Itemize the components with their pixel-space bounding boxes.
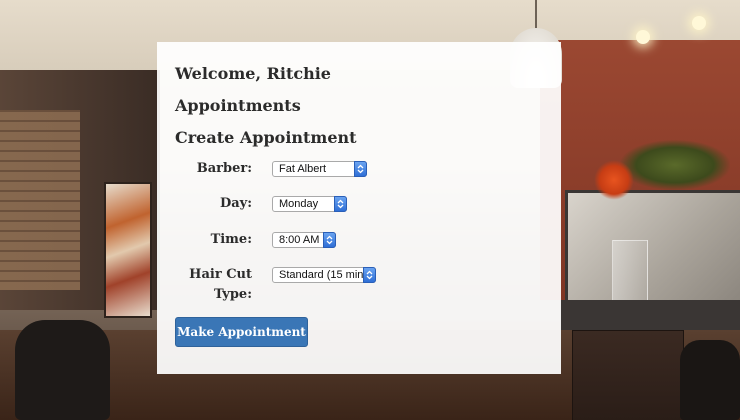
glass-vase <box>612 240 648 304</box>
brick-wall <box>0 110 80 290</box>
cabinet <box>572 330 684 420</box>
haircut-label-line2: Type: <box>214 287 252 302</box>
updown-chevron-icon <box>354 161 367 177</box>
create-appointment-heading: Create Appointment <box>175 128 357 147</box>
flower <box>594 160 634 200</box>
haircut-label-line1: Hair Cut <box>189 267 252 282</box>
spotlight <box>692 16 706 30</box>
barber-label: Barber: <box>196 161 252 176</box>
updown-chevron-icon <box>363 267 376 283</box>
salon-chair <box>15 320 110 420</box>
barber-select-value: Fat Albert <box>279 163 327 175</box>
counter <box>560 300 740 330</box>
lamp-cord <box>535 0 537 30</box>
updown-chevron-icon <box>323 232 336 248</box>
updown-chevron-icon <box>334 196 347 212</box>
time-label: Time: <box>210 232 252 247</box>
haircut-type-select-value: Standard (15 min) <box>279 269 368 281</box>
plant <box>620 140 730 190</box>
wall-painting <box>104 182 152 318</box>
welcome-heading: Welcome, Ritchie <box>175 64 331 83</box>
day-label: Day: <box>219 196 252 211</box>
spotlight <box>636 30 650 44</box>
salon-mirror <box>565 190 740 306</box>
day-select[interactable]: Monday <box>272 196 347 212</box>
appointments-link[interactable]: Appointments <box>175 96 301 116</box>
time-select-value: 8:00 AM <box>279 234 320 246</box>
appointment-card: Welcome, Ritchie Appointments Create App… <box>157 42 561 374</box>
haircut-type-select[interactable]: Standard (15 min) <box>272 267 376 283</box>
barber-select[interactable]: Fat Albert <box>272 161 367 177</box>
make-appointment-button[interactable]: Make Appointment <box>175 317 308 347</box>
day-select-value: Monday <box>279 198 319 210</box>
salon-chair-right <box>680 340 740 420</box>
time-select[interactable]: 8:00 AM <box>272 232 336 248</box>
